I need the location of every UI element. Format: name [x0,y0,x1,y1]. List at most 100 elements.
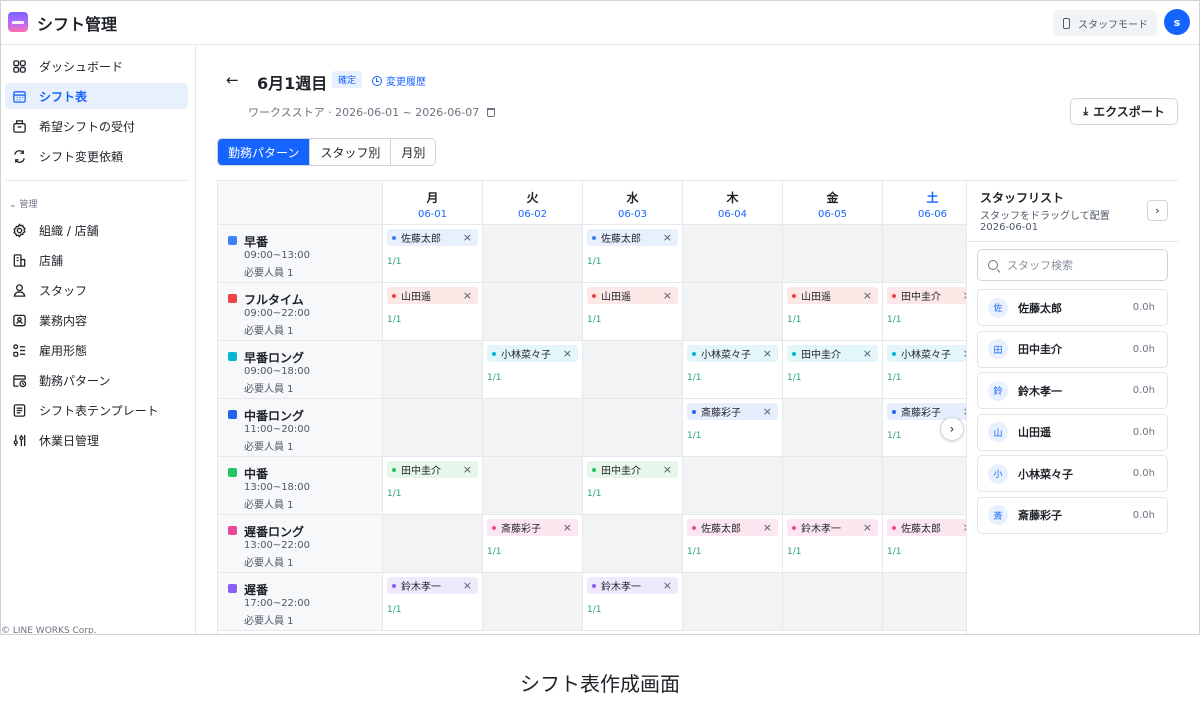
shift-cell[interactable]: 佐藤太郎×1/1 [383,225,483,283]
remove-staff-icon[interactable]: × [863,521,872,534]
sidebar-admin-item-6[interactable]: シフト表テンプレート [5,397,188,423]
change-history-link[interactable]: 変更履歴 [372,73,426,88]
shift-cell[interactable] [783,573,883,631]
assigned-staff-chip[interactable]: 鈴木孝一 × [587,577,678,594]
staff-search[interactable] [977,249,1168,281]
assigned-staff-chip[interactable]: 田中圭介× [387,461,478,478]
staff-card[interactable]: 斎斎藤彩子 0.0h [977,496,1168,534]
remove-staff-icon[interactable]: × [463,231,472,244]
sidebar-item-2[interactable]: 希望シフトの受付 [5,113,188,139]
shift-cell[interactable] [483,399,583,457]
shift-cell[interactable] [583,399,683,457]
shift-cell[interactable]: 斎藤彩子 × 1/1 [483,515,583,573]
assigned-staff-chip[interactable]: 山田遥 × [587,287,678,304]
assigned-staff-chip[interactable]: 田中圭介× [587,461,678,478]
shift-cell[interactable] [483,283,583,341]
shift-cell[interactable] [683,457,783,515]
shift-cell[interactable]: 佐藤太郎×1/1 [583,225,683,283]
assigned-staff-chip[interactable]: 佐藤太郎× [687,519,778,536]
shift-cell[interactable]: 田中圭介×1/1 [883,283,967,341]
shift-cell[interactable]: 佐藤太郎×1/1 [683,515,783,573]
assigned-staff-chip[interactable]: 田中圭介× [787,345,878,362]
staff-card[interactable]: 山山田遥 0.0h [977,413,1168,451]
shift-cell[interactable]: 鈴木孝一 × 1/1 [583,573,683,631]
assigned-staff-chip[interactable]: 山田遥 × [787,287,878,304]
remove-staff-icon[interactable]: × [763,347,772,360]
shift-cell[interactable] [783,399,883,457]
staff-mode-button[interactable]: スタッフモード [1053,10,1157,36]
remove-staff-icon[interactable]: × [663,579,672,592]
remove-staff-icon[interactable]: × [463,463,472,476]
remove-staff-icon[interactable]: × [663,463,672,476]
shift-cell[interactable]: 佐藤太郎×1/1 [883,515,967,573]
sidebar-item-1[interactable]: シフト表 [5,83,188,109]
sidebar-admin-item-4[interactable]: 雇用形態 [5,337,188,363]
assigned-staff-chip[interactable]: 山田遥 × [387,287,478,304]
remove-staff-icon[interactable]: × [463,289,472,302]
shift-cell[interactable] [683,225,783,283]
shift-cell[interactable]: 田中圭介×1/1 [583,457,683,515]
panel-expand-button[interactable]: › [1147,200,1168,221]
shift-cell[interactable] [683,573,783,631]
shift-cell[interactable] [383,341,483,399]
assigned-staff-chip[interactable]: 斎藤彩子 × [687,403,778,420]
staff-search-input[interactable] [1007,258,1157,272]
remove-staff-icon[interactable]: × [863,289,872,302]
shift-cell[interactable] [683,283,783,341]
shift-cell[interactable] [483,225,583,283]
user-avatar[interactable]: s [1164,9,1190,35]
staff-card[interactable]: 佐佐藤太郎 0.0h [977,289,1168,326]
trash-icon[interactable] [487,107,496,117]
scroll-right-button[interactable]: › [940,417,964,441]
shift-cell[interactable]: 田中圭介×1/1 [783,341,883,399]
shift-cell[interactable]: 山田遥 × 1/1 [583,283,683,341]
tab-0[interactable]: 勤務パターン [218,139,311,165]
shift-cell[interactable]: 小林菜々子×1/1 [883,341,967,399]
assigned-staff-chip[interactable]: 佐藤太郎× [387,229,478,246]
assigned-staff-chip[interactable]: 小林菜々子× [487,345,578,362]
shift-cell[interactable] [583,515,683,573]
staff-card[interactable]: 小小林菜々子 0.0h [977,455,1168,492]
shift-cell[interactable]: 鈴木孝一 × 1/1 [383,573,483,631]
sidebar-item-0[interactable]: ダッシュボード [5,53,188,79]
sidebar-admin-item-0[interactable]: 組織 / 店舗 [5,217,188,243]
remove-staff-icon[interactable]: × [663,289,672,302]
shift-cell[interactable] [483,573,583,631]
assigned-staff-chip[interactable]: 佐藤太郎× [587,229,678,246]
shift-cell[interactable]: 山田遥 × 1/1 [783,283,883,341]
shift-cell[interactable] [883,457,967,515]
sidebar-admin-item-2[interactable]: スタッフ [5,277,188,303]
remove-staff-icon[interactable]: × [763,521,772,534]
sidebar-admin-item-5[interactable]: 勤務パターン [5,367,188,393]
sidebar-item-3[interactable]: シフト変更依頼 [5,143,188,169]
sidebar-admin-item-3[interactable]: 業務内容 [5,307,188,333]
assigned-staff-chip[interactable]: 小林菜々子× [687,345,778,362]
shift-cell[interactable] [883,225,967,283]
shift-cell[interactable]: 田中圭介×1/1 [383,457,483,515]
remove-staff-icon[interactable]: × [463,579,472,592]
sidebar-admin-item-7[interactable]: 休業日管理 [5,427,188,453]
shift-cell[interactable]: 小林菜々子×1/1 [683,341,783,399]
shift-cell[interactable] [583,341,683,399]
remove-staff-icon[interactable]: × [563,347,572,360]
remove-staff-icon[interactable]: × [763,405,772,418]
tab-2[interactable]: 月別 [391,139,436,165]
remove-staff-icon[interactable]: × [663,231,672,244]
shift-cell[interactable] [483,457,583,515]
remove-staff-icon[interactable]: × [863,347,872,360]
shift-cell[interactable]: 斎藤彩子 × 1/1 [683,399,783,457]
shift-cell[interactable]: 山田遥 × 1/1 [383,283,483,341]
shift-cell[interactable] [783,457,883,515]
assigned-staff-chip[interactable]: 小林菜々子× [887,345,967,362]
staff-card[interactable]: 田田中圭介 0.0h [977,330,1168,368]
back-arrow-icon[interactable]: ← [226,71,239,89]
assigned-staff-chip[interactable]: 田中圭介× [887,287,967,304]
shift-cell[interactable]: 鈴木孝一 × 1/1 [783,515,883,573]
staff-card[interactable]: 鈴鈴木孝一 0.0h [977,372,1168,409]
export-button[interactable]: ⤓ エクスポート [1070,98,1178,125]
shift-cell[interactable] [783,225,883,283]
sidebar-section-admin[interactable]: ⌄ 管理 [9,197,37,210]
shift-cell[interactable] [883,573,967,631]
assigned-staff-chip[interactable]: 佐藤太郎× [887,519,967,536]
assigned-staff-chip[interactable]: 鈴木孝一 × [387,577,478,594]
